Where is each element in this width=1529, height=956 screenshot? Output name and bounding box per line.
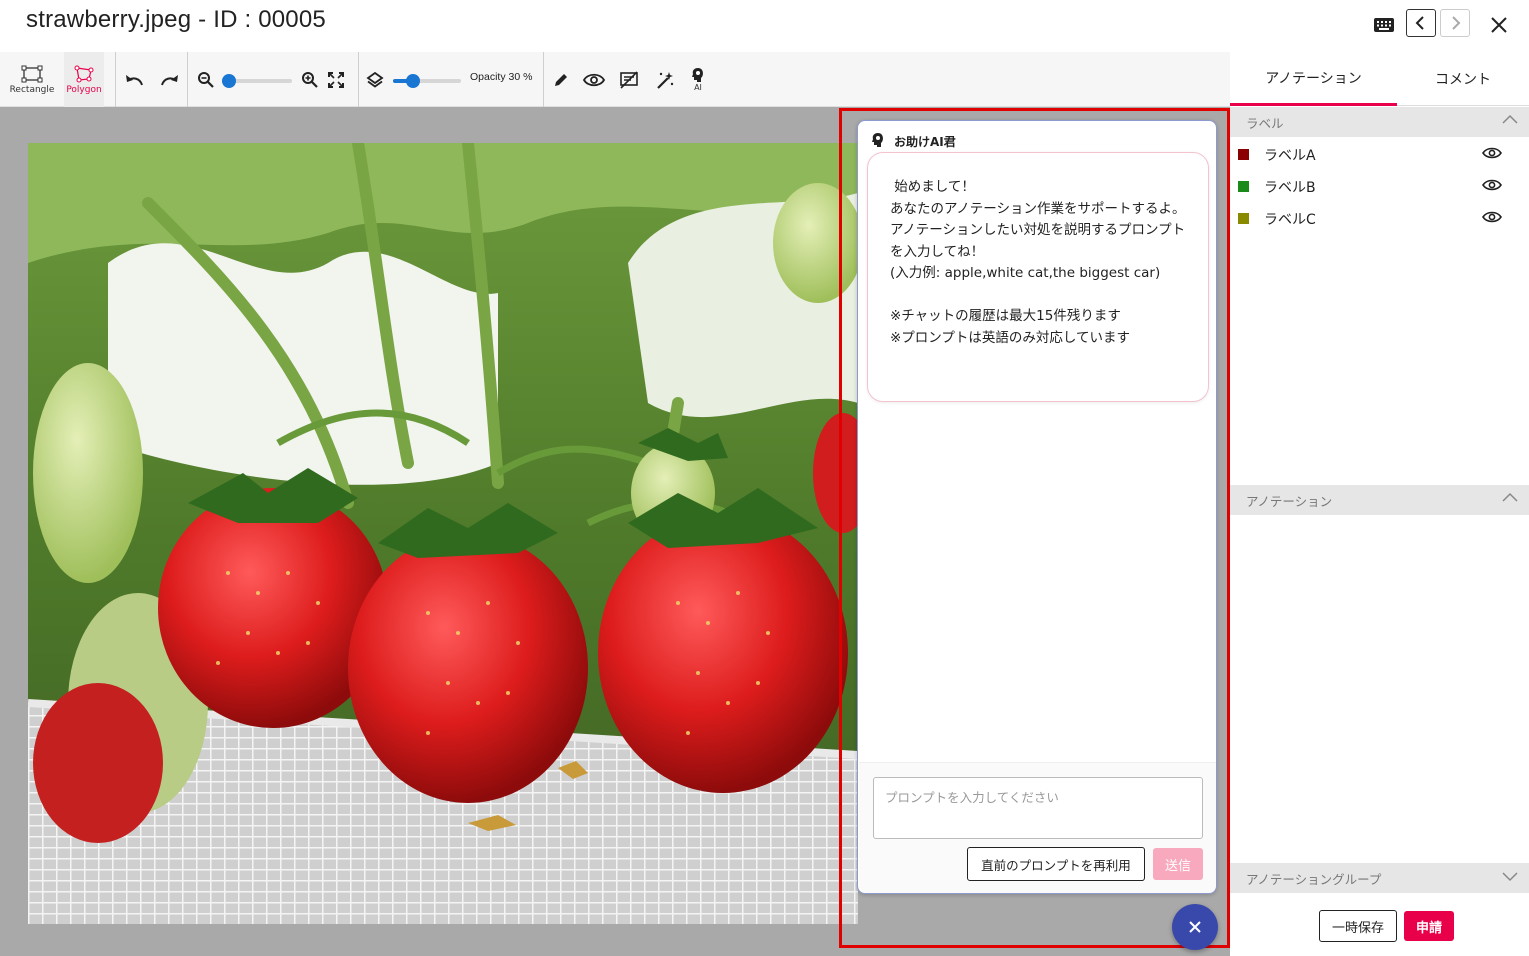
page-title: strawberry.jpeg - ID : 00005 [26, 6, 326, 33]
rectangle-tool[interactable]: Rectangle [8, 52, 56, 107]
toolbar: Rectangle Polygon Opacity 30 % AI [0, 52, 1230, 107]
label-section-title: ラベル [1246, 115, 1284, 131]
opacity-label: Opacity 30 % [470, 71, 533, 83]
strawberry-photo [28, 143, 858, 924]
close-icon[interactable] [1489, 15, 1509, 39]
polygon-tool[interactable]: Polygon [64, 52, 104, 107]
rectangle-label: Rectangle [9, 84, 55, 95]
rectangle-icon [21, 65, 43, 82]
chevron-up-icon[interactable] [1501, 491, 1519, 505]
keyboard-icon[interactable] [1373, 15, 1395, 39]
toolbar-divider [115, 52, 116, 107]
label-off-icon [620, 70, 638, 89]
ai-brain-icon [692, 68, 703, 82]
redo-button[interactable] [156, 52, 184, 107]
undo-button[interactable] [120, 52, 148, 107]
zoom-slider-knob[interactable] [222, 74, 236, 88]
label-name: ラベルA [1264, 148, 1316, 164]
label-row-b[interactable]: ラベルB [1230, 170, 1529, 202]
layers-icon [366, 71, 384, 88]
zoom-out-button[interactable] [194, 52, 218, 107]
label-color-swatch [1238, 181, 1249, 192]
chevron-up-icon[interactable] [1501, 113, 1519, 127]
chat-message-bubble: 始めまして！ あなたのアノテーション作業をサポートするよ。 アノテーションしたい… [867, 152, 1209, 402]
prev-button[interactable] [1406, 9, 1436, 37]
annotation-group-section-header[interactable]: アノテーショングループ [1230, 863, 1529, 893]
annotation-section-title: アノテーション [1246, 493, 1333, 509]
send-button[interactable]: 送信 [1153, 848, 1203, 880]
submit-button[interactable]: 申請 [1404, 911, 1454, 941]
toolbar-divider [358, 52, 359, 107]
label-color-swatch [1238, 213, 1249, 224]
strawberry-image[interactable] [28, 143, 858, 924]
opacity-slider-knob[interactable] [406, 74, 420, 88]
toolbar-divider [187, 52, 188, 107]
chat-message-text: 始めまして！ あなたのアノテーション作業をサポートするよ。 アノテーションしたい… [890, 179, 1186, 346]
magic-wand-icon [657, 71, 674, 89]
zoom-out-icon [198, 71, 214, 88]
temp-save-button[interactable]: 一時保存 [1319, 910, 1397, 942]
fit-screen-button[interactable] [324, 52, 348, 107]
chat-title: お助けAI君 [894, 135, 956, 149]
label-section-header[interactable]: ラベル [1230, 107, 1529, 137]
ai-brain-icon [870, 132, 886, 152]
right-sidebar: アノテーション コメント ラベル ラベルA ラベルB ラベルC アノテーション … [1230, 52, 1529, 956]
polygon-label: Polygon [66, 84, 102, 95]
label-name: ラベルC [1264, 212, 1316, 228]
pencil-icon [555, 73, 567, 86]
fullscreen-icon [328, 71, 344, 88]
label-color-swatch [1238, 149, 1249, 160]
next-button[interactable] [1440, 9, 1470, 37]
toolbar-divider [543, 52, 544, 107]
label-name: ラベルB [1264, 180, 1316, 196]
eye-icon[interactable] [1482, 146, 1502, 160]
reuse-prompt-button[interactable]: 直前のプロンプトを再利用 [967, 847, 1145, 881]
chevron-right-icon [1452, 16, 1461, 30]
annotation-section-header[interactable]: アノテーション [1230, 485, 1529, 515]
prompt-input[interactable] [873, 777, 1203, 839]
magic-wand-button[interactable] [652, 52, 678, 107]
title-bar: strawberry.jpeg - ID : 00005 [0, 0, 1529, 52]
eye-icon [583, 73, 605, 86]
eye-icon[interactable] [1482, 210, 1502, 224]
tab-annotation[interactable]: アノテーション [1230, 52, 1397, 106]
visibility-button[interactable] [580, 52, 608, 107]
chat-input-area: 直前のプロンプトを再利用 送信 [859, 762, 1216, 893]
label-row-a[interactable]: ラベルA [1230, 138, 1529, 170]
close-chat-button[interactable] [1172, 904, 1218, 950]
ai-assist-button[interactable]: AI [686, 52, 710, 107]
polygon-icon [74, 65, 94, 82]
opacity-slider[interactable] [393, 74, 461, 88]
zoom-slider[interactable] [222, 74, 292, 88]
layers-button[interactable] [363, 52, 387, 107]
eye-icon[interactable] [1482, 178, 1502, 192]
zoom-in-button[interactable] [298, 52, 322, 107]
ai-chat-panel: お助けAI君 始めまして！ あなたのアノテーション作業をサポートするよ。 アノテ… [857, 120, 1217, 894]
edit-button[interactable] [548, 52, 574, 107]
chevron-down-icon[interactable] [1501, 869, 1519, 883]
undo-icon [126, 74, 143, 85]
tab-comment[interactable]: コメント [1397, 52, 1529, 106]
label-row-c[interactable]: ラベルC [1230, 202, 1529, 234]
redo-icon [161, 74, 178, 85]
chevron-left-icon [1415, 16, 1424, 30]
zoom-in-icon [302, 71, 318, 88]
ai-label: AI [694, 83, 702, 92]
hide-labels-button[interactable] [616, 52, 642, 107]
annotation-group-section-title: アノテーショングループ [1246, 871, 1382, 887]
close-icon [1189, 921, 1201, 933]
